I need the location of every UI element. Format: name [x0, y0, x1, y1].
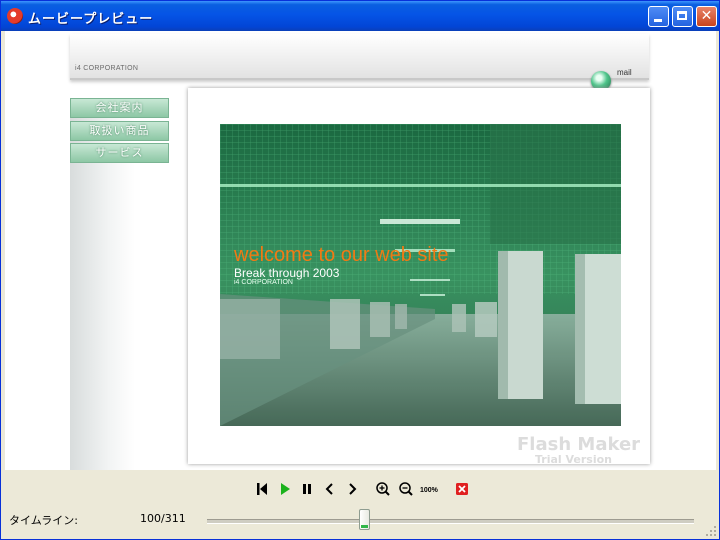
pause-icon[interactable] [298, 480, 316, 498]
site-header: i4 CORPORATION [70, 34, 649, 80]
zoom-out-icon[interactable] [397, 480, 415, 498]
zoom-100-icon[interactable]: 100% [419, 480, 441, 498]
watermark-subtitle: Trial Version [535, 453, 613, 466]
mail-link[interactable]: mail [617, 68, 632, 77]
resize-grip-icon[interactable] [705, 525, 717, 537]
banner-corp-name: i4 CORPORATION [234, 279, 293, 286]
banner-image: welcome to our web site Break through 20… [220, 124, 621, 426]
banner-tagline: Break through 2003 [234, 266, 340, 280]
close-button[interactable]: ✕ [696, 6, 717, 27]
movie-stage: i4 CORPORATION mail 会社案内 取扱い商品 サービス welc… [5, 31, 716, 470]
play-icon[interactable] [276, 480, 294, 498]
menu-item-products[interactable]: 取扱い商品 [70, 121, 169, 141]
frame-counter: 100/311 [140, 512, 186, 525]
step-back-icon[interactable] [321, 480, 339, 498]
minimize-button[interactable] [648, 6, 669, 27]
rewind-to-start-icon[interactable] [253, 480, 271, 498]
watermark-title: Flash Maker [517, 434, 641, 455]
timeline-track[interactable] [207, 519, 694, 524]
corp-name: i4 CORPORATION [75, 65, 139, 72]
menu-item-services[interactable]: サービス [70, 143, 169, 163]
close-icon: ✕ [700, 8, 713, 24]
title-bar[interactable]: ムービープレビュー ✕ [1, 1, 719, 31]
timeline-slider-thumb[interactable] [359, 509, 370, 530]
close-red-icon[interactable] [453, 480, 471, 498]
minimize-icon [654, 19, 662, 22]
timeline-label: タイムライン: [9, 514, 78, 527]
maximize-icon [677, 11, 687, 20]
banner-headline: welcome to our web site [234, 244, 449, 266]
zoom-100-label: 100% [420, 487, 439, 494]
maximize-button[interactable] [672, 6, 693, 27]
step-forward-icon[interactable] [343, 480, 361, 498]
movie-preview-window: ムービープレビュー ✕ i4 CORPORATION mail 会社案内 取扱い… [0, 0, 720, 540]
app-logo-icon [7, 8, 23, 24]
window-title: ムービープレビュー [28, 12, 154, 27]
menu-item-company[interactable]: 会社案内 [70, 98, 169, 118]
zoom-in-icon[interactable] [374, 480, 392, 498]
